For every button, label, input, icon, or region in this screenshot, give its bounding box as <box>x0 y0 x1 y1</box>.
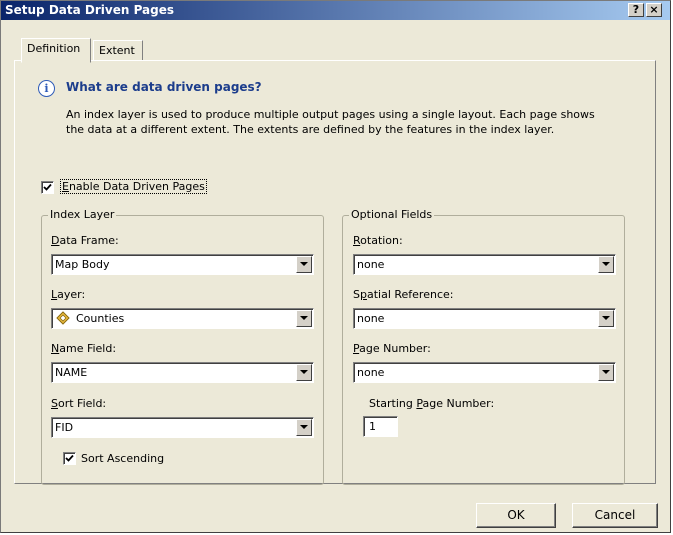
page-number-value: none <box>357 366 385 379</box>
sort-field-value: FID <box>55 421 74 434</box>
sort-field-label: Sort Field: <box>51 397 106 410</box>
name-field-value: NAME <box>55 366 88 379</box>
ok-button[interactable]: OK <box>476 503 556 528</box>
spatial-reference-select[interactable]: none <box>353 308 616 329</box>
chevron-down-icon[interactable] <box>598 310 614 327</box>
spatial-reference-value: none <box>357 312 385 325</box>
name-field-label: Name Field: <box>51 342 116 355</box>
layer-select[interactable]: Counties <box>51 308 314 329</box>
info-title: What are data driven pages? <box>66 80 262 94</box>
optional-fields-title: Optional Fields <box>349 208 435 221</box>
starting-page-label-text: age Number: <box>422 397 495 410</box>
layer-value: Counties <box>76 312 125 325</box>
chevron-down-icon[interactable] <box>296 310 312 327</box>
rotation-label-text: otation: <box>360 234 403 247</box>
enable-ddp-text: nable Data Driven Pages <box>68 180 205 193</box>
chevron-down-icon[interactable] <box>598 364 614 381</box>
sort-field-select[interactable]: FID <box>51 417 314 438</box>
chevron-down-icon[interactable] <box>296 419 312 436</box>
starting-page-input[interactable]: 1 <box>363 416 398 437</box>
layer-label-text: ayer: <box>57 288 86 301</box>
window-title: Setup Data Driven Pages <box>5 3 175 17</box>
close-button[interactable]: × <box>646 3 662 17</box>
starting-page-value: 1 <box>369 420 376 433</box>
polygon-layer-icon <box>56 311 70 325</box>
layer-label: Layer: <box>51 288 85 301</box>
tab-extent[interactable]: Extent <box>93 40 143 61</box>
tab-definition[interactable]: Definition <box>21 38 91 63</box>
info-line-1: An index layer is used to produce multip… <box>66 108 595 121</box>
enable-ddp-mnemonic: E <box>62 180 69 193</box>
spatial-reference-label: Spatial Reference: <box>353 288 453 301</box>
sort-field-mnemonic: S <box>51 397 58 410</box>
data-frame-label: Data Frame: <box>51 234 119 247</box>
help-button[interactable]: ? <box>628 3 644 17</box>
data-frame-label-text: ata Frame: <box>59 234 119 247</box>
starting-page-prefix: Starting <box>369 397 417 410</box>
name-field-label-text: ame Field: <box>59 342 117 355</box>
index-layer-title: Index Layer <box>48 208 117 221</box>
sort-ascending-checkbox[interactable] <box>63 452 76 465</box>
cancel-button[interactable]: Cancel <box>572 503 658 528</box>
chevron-down-icon[interactable] <box>598 256 614 273</box>
sort-ascending-label[interactable]: Sort Ascending <box>81 452 164 465</box>
page-number-label: Page Number: <box>353 342 431 355</box>
name-field-mnemonic: N <box>51 342 60 355</box>
starting-page-label: Starting Page Number: <box>369 397 494 410</box>
title-bar[interactable]: Setup Data Driven Pages ? × <box>1 1 670 20</box>
info-description: An index layer is used to produce multip… <box>66 107 626 137</box>
page-number-select[interactable]: none <box>353 362 616 383</box>
name-field-select[interactable]: NAME <box>51 362 314 383</box>
spatial-reference-mnemonic: p <box>359 288 367 301</box>
rotation-value: none <box>357 258 385 271</box>
info-icon: i <box>38 80 55 97</box>
enable-ddp-checkbox[interactable] <box>41 181 54 194</box>
chevron-down-icon[interactable] <box>296 364 312 381</box>
info-line-2: the data at a different extent. The exte… <box>66 123 555 136</box>
spatial-reference-prefix: S <box>353 288 360 301</box>
rotation-label: Rotation: <box>353 234 403 247</box>
checkmark-icon <box>65 454 74 462</box>
enable-ddp-label[interactable]: Enable Data Driven Pages <box>60 179 207 194</box>
data-frame-value: Map Body <box>55 258 110 271</box>
spatial-reference-label-text: atial Reference: <box>366 288 454 301</box>
page-number-label-text: age Number: <box>359 342 431 355</box>
rotation-select[interactable]: none <box>353 254 616 275</box>
chevron-down-icon[interactable] <box>296 256 312 273</box>
data-frame-select[interactable]: Map Body <box>51 254 314 275</box>
sort-field-label-text: ort Field: <box>57 397 107 410</box>
checkmark-icon <box>43 183 52 191</box>
